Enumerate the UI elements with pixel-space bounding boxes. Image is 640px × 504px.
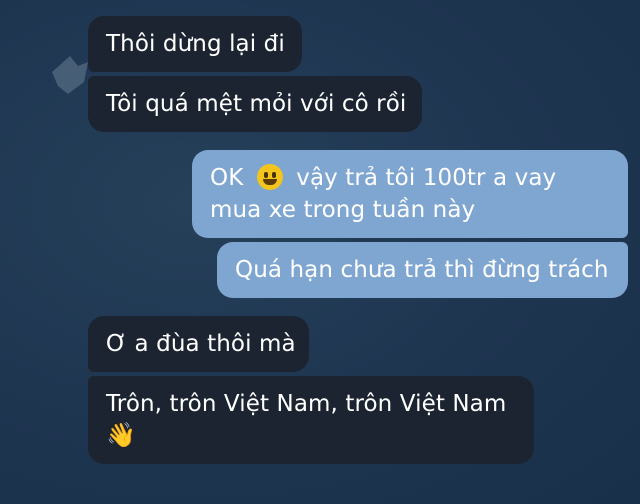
incoming-message-bubble[interactable]: Tôi quá mệt mỏi với cô rồi <box>88 76 422 132</box>
chat-thread: Thôi dừng lại đi Tôi quá mệt mỏi với cô … <box>0 0 640 504</box>
message-text: Quá hạn chưa trả thì đừng trách <box>235 257 609 283</box>
grinning-face-icon <box>256 164 283 190</box>
message-text: Tôi quá mệt mỏi với cô rồi <box>106 91 407 117</box>
incoming-message-bubble[interactable]: Thôi dừng lại đi <box>88 16 302 72</box>
message-text: OK <box>210 165 244 191</box>
message-text: Ơ a đùa thôi mà <box>106 331 296 357</box>
message-text: Trôn, trôn Việt Nam, trôn Việt Nam <box>106 391 507 417</box>
incoming-message-bubble[interactable]: Trôn, trôn Việt Nam, trôn Việt Nam 👋 <box>88 376 534 464</box>
outgoing-message-bubble[interactable]: OK vậy trả tôi 100tr a vay mua xe trong … <box>192 150 628 238</box>
message-text: Thôi dừng lại đi <box>106 31 285 57</box>
waving-hand-icon: 👋 <box>106 421 136 449</box>
incoming-message-bubble[interactable]: Ơ a đùa thôi mà <box>88 316 309 372</box>
outgoing-message-bubble[interactable]: Quá hạn chưa trả thì đừng trách <box>217 242 628 298</box>
background-doodle-icon <box>52 56 88 94</box>
